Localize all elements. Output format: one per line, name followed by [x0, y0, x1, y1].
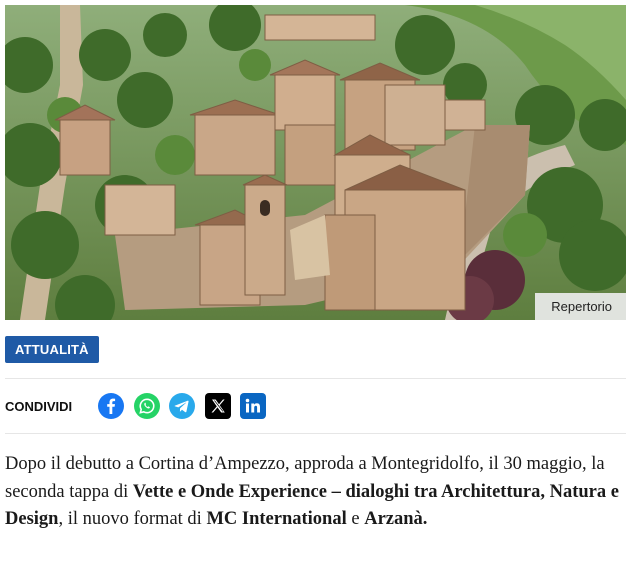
article-paragraph: Dopo il debutto a Cortina d’Ampezzo, app…	[5, 451, 625, 534]
village-aerial-photo	[5, 5, 626, 320]
share-whatsapp-button[interactable]	[134, 393, 160, 419]
linkedin-icon	[240, 393, 266, 419]
share-label: CONDIVIDI	[5, 399, 73, 414]
partner-name: Arzanà.	[364, 509, 428, 529]
facebook-icon	[98, 393, 124, 419]
hero-image: Repertorio	[5, 5, 626, 320]
category-tag[interactable]: ATTUALITÀ	[5, 336, 99, 363]
paragraph-text: e	[346, 509, 365, 529]
share-linkedin-button[interactable]	[240, 393, 266, 419]
whatsapp-icon	[134, 393, 160, 419]
share-telegram-button[interactable]	[169, 393, 195, 419]
paragraph-text: , il nuovo format di	[58, 509, 207, 529]
telegram-icon	[169, 393, 195, 419]
divider	[5, 378, 626, 379]
x-icon	[205, 393, 231, 419]
share-x-button[interactable]	[205, 393, 231, 419]
organizer-name: MC International	[206, 509, 347, 529]
photo-credit: Repertorio	[535, 293, 626, 320]
divider	[5, 433, 626, 434]
share-facebook-button[interactable]	[98, 393, 124, 419]
